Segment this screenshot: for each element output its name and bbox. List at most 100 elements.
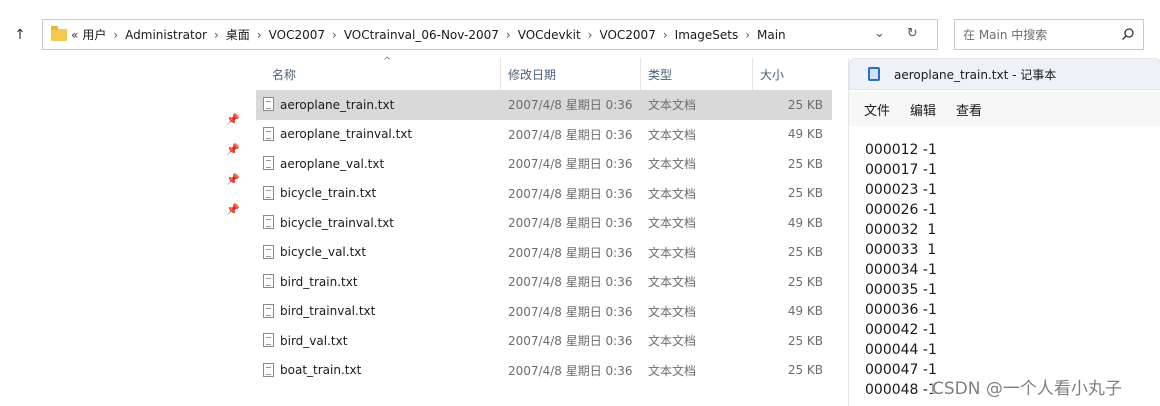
breadcrumb-item[interactable]: ImageSets	[675, 28, 739, 42]
text-file-icon	[263, 244, 274, 259]
file-type: 文本文档	[648, 245, 697, 260]
text-file-icon	[263, 333, 274, 347]
file-rows: aeroplane_train.txt 2007/4/8 星期日 0:36 文本文档…	[256, 90, 832, 385]
up-arrow-icon[interactable]: ↑	[12, 26, 28, 44]
file-type: 文本文档	[648, 98, 697, 113]
text-line: 000017 -1	[865, 162, 937, 178]
menu-edit[interactable]: 编辑	[910, 100, 936, 119]
breadcrumb-separator[interactable]: ›	[506, 28, 511, 42]
file-row[interactable]: aeroplane_trainval.txt 2007/4/8 星期日 0:36 文…	[256, 120, 832, 150]
breadcrumb-separator[interactable]: ›	[745, 28, 750, 42]
text-line: 000023 -1	[865, 182, 937, 198]
text-file-icon	[263, 156, 274, 170]
file-row[interactable]: bicycle_trainval.txt 2007/4/8 星期日 0:36 文本文…	[256, 208, 832, 238]
file-size: 25 KB	[787, 97, 823, 112]
file-date: 2007/4/8 星期日 0:36	[508, 334, 633, 349]
file-size: 49 KB	[787, 127, 823, 142]
pin-icon[interactable]: 📌	[226, 144, 240, 156]
breadcrumb-item[interactable]: 用户	[82, 26, 106, 43]
file-size: 49 KB	[787, 215, 823, 230]
column-header-date[interactable]: 修改日期	[508, 66, 556, 83]
text-line: 000042 -1	[865, 322, 937, 338]
breadcrumb-item[interactable]: 桌面	[226, 26, 250, 43]
text-line: 000026 -1	[865, 202, 937, 218]
breadcrumb-overflow[interactable]: «	[71, 28, 78, 42]
notepad-window: aeroplane_train.txt - 记事本 文件 编辑 查看 00001…	[848, 58, 1160, 406]
search-box[interactable]	[954, 19, 1144, 50]
file-type: 文本文档	[648, 127, 697, 142]
text-line: 000033 1	[865, 242, 937, 258]
file-size: 25 KB	[787, 245, 823, 260]
refresh-icon[interactable]: ↻	[907, 26, 918, 41]
file-type: 文本文档	[648, 186, 697, 201]
file-row[interactable]: bird_train.txt 2007/4/8 星期日 0:36 文本文档 25 KB	[256, 267, 832, 297]
breadcrumb-item[interactable]: VOC2007	[269, 28, 325, 42]
file-row[interactable]: bird_val.txt 2007/4/8 星期日 0:36 文本文档 25 KB	[256, 326, 832, 356]
address-bar[interactable]: « 用户 › Administrator › 桌面 › VOC2007 › VO…	[42, 19, 938, 50]
file-name: bicycle_train.txt	[280, 186, 377, 201]
breadcrumb-item[interactable]: VOCdevkit	[518, 28, 581, 42]
watermark: CSDN @一个人看小丸子	[932, 374, 1122, 399]
file-size: 49 KB	[787, 304, 823, 319]
menu-view[interactable]: 查看	[956, 100, 982, 119]
file-row[interactable]: boat_train.txt 2007/4/8 星期日 0:36 文本文档 25 KB	[256, 356, 832, 386]
file-date: 2007/4/8 星期日 0:36	[508, 275, 633, 290]
file-size: 25 KB	[787, 333, 823, 348]
notepad-text-area[interactable]: 000012 -1 000017 -1 000023 -1 000026 -1 0000…	[865, 140, 937, 400]
column-header-size[interactable]: 大小	[760, 66, 784, 83]
breadcrumb-item[interactable]: VOC2007	[599, 28, 655, 42]
file-size: 25 KB	[787, 274, 823, 289]
list-header: 名称 ^ 修改日期 类型 大小	[256, 56, 832, 90]
column-header-type[interactable]: 类型	[648, 66, 672, 83]
notepad-icon	[868, 67, 880, 81]
breadcrumb-separator[interactable]: ›	[113, 28, 118, 42]
file-row[interactable]: aeroplane_val.txt 2007/4/8 星期日 0:36 文本文档 25…	[256, 149, 832, 179]
breadcrumb-item[interactable]: Administrator	[125, 28, 207, 42]
text-line: 000036 -1	[865, 302, 937, 318]
notepad-title: aeroplane_train.txt - 记事本	[894, 67, 1057, 82]
column-divider[interactable]	[500, 58, 501, 90]
pin-icon[interactable]: 📌	[226, 174, 240, 186]
text-line: 000044 -1	[865, 342, 937, 358]
breadcrumb-separator[interactable]: ›	[214, 28, 219, 42]
text-line: 000012 -1	[865, 142, 937, 158]
file-date: 2007/4/8 星期日 0:36	[508, 186, 633, 201]
text-file-icon	[263, 97, 274, 111]
text-line: 000047 -1	[865, 362, 937, 378]
chevron-down-icon[interactable]: ⌄	[874, 26, 885, 41]
breadcrumb-separator[interactable]: ›	[663, 28, 668, 42]
file-name: bird_val.txt	[280, 333, 348, 348]
text-line: 000034 -1	[865, 262, 937, 278]
file-row[interactable]: bird_trainval.txt 2007/4/8 星期日 0:36 文本文档 49…	[256, 297, 832, 327]
file-date: 2007/4/8 星期日 0:36	[508, 304, 633, 319]
file-row[interactable]: bicycle_train.txt 2007/4/8 星期日 0:36 文本文档 25…	[256, 179, 832, 209]
file-size: 25 KB	[787, 156, 823, 171]
file-name: aeroplane_trainval.txt	[280, 127, 413, 142]
menu-file[interactable]: 文件	[864, 100, 890, 119]
breadcrumb-item-current[interactable]: Main	[757, 28, 786, 42]
pin-icon[interactable]: 📌	[226, 204, 240, 216]
file-name: bicycle_val.txt	[280, 245, 367, 260]
file-list: 名称 ^ 修改日期 类型 大小 aeroplane_train.txt 2007/…	[256, 56, 832, 385]
search-icon[interactable]	[1121, 27, 1135, 41]
breadcrumb-item[interactable]: VOCtrainval_06-Nov-2007	[344, 28, 499, 42]
file-type: 文本文档	[648, 157, 697, 172]
file-date: 2007/4/8 星期日 0:36	[508, 127, 633, 142]
folder-icon	[51, 25, 67, 41]
breadcrumb-separator[interactable]: ›	[257, 28, 262, 42]
sort-ascending-icon: ^	[383, 56, 392, 67]
column-divider[interactable]	[640, 58, 641, 90]
search-input[interactable]	[963, 27, 1113, 42]
column-divider[interactable]	[752, 58, 753, 90]
notepad-titlebar[interactable]: aeroplane_train.txt - 记事本	[849, 58, 1160, 90]
breadcrumb-separator[interactable]: ›	[332, 28, 337, 42]
file-row[interactable]: aeroplane_train.txt 2007/4/8 星期日 0:36 文本文档…	[256, 90, 832, 120]
pin-icon[interactable]: 📌	[226, 114, 240, 126]
file-row[interactable]: bicycle_val.txt 2007/4/8 星期日 0:36 文本文档 25 K…	[256, 238, 832, 268]
breadcrumb-separator[interactable]: ›	[588, 28, 593, 42]
column-header-name[interactable]: 名称	[272, 66, 296, 83]
text-file-icon	[263, 362, 274, 377]
file-date: 2007/4/8 星期日 0:36	[508, 98, 633, 113]
file-date: 2007/4/8 星期日 0:36	[508, 157, 633, 172]
file-date: 2007/4/8 星期日 0:36	[508, 245, 633, 260]
